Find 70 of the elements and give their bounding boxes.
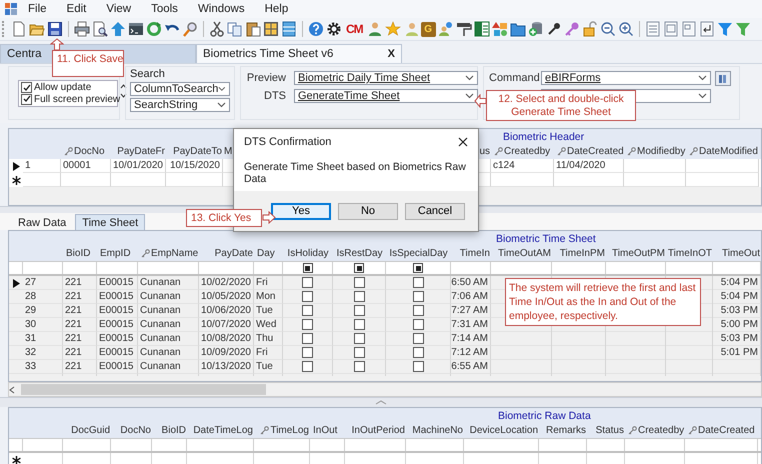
option-label: Allow update <box>34 82 92 94</box>
table-cell: 221 <box>63 290 97 304</box>
table-cell: 221 <box>63 318 97 332</box>
table-cell: Cunanan <box>138 290 199 304</box>
table-cell: 10/06/2020 <box>199 304 254 318</box>
table-cell: 5:04 PM <box>713 290 761 304</box>
grid-title: Biometric Raw Data <box>498 410 591 422</box>
table-cell: 28 <box>23 290 63 304</box>
table-cell: Cunanan <box>138 360 199 374</box>
table-cell: 10/09/2020 <box>199 346 254 360</box>
table-cell: E00015 <box>97 290 138 304</box>
table-cell: Mon <box>254 290 283 304</box>
table-cell: 29 <box>23 304 63 318</box>
table-cell: 7:06 AM <box>451 290 491 304</box>
table-cell: 221 <box>63 276 97 290</box>
grid-title: Biometric Header <box>503 131 584 143</box>
table-cell: 33 <box>23 360 63 374</box>
callout-tooltip: 13. Click Yes <box>186 209 262 227</box>
table-cell: 7:27 AM <box>451 304 491 318</box>
callout-tooltip: The system will retrieve the first and last Time In/Out as the In and Out of the employee, respectively. <box>505 278 701 326</box>
table-cell: Fri <box>254 276 283 290</box>
table-cell: 221 <box>63 346 97 360</box>
field-label: DTS <box>263 89 286 104</box>
option-label: Full screen preview <box>34 94 120 105</box>
table-cell: 32 <box>23 346 63 360</box>
table-cell: 221 <box>63 304 97 318</box>
table-cell: 10/13/2020 <box>199 360 254 374</box>
table-cell: 221 <box>63 360 97 374</box>
table-cell: E00015 <box>97 346 138 360</box>
table-cell: 6:50 AM <box>451 276 491 290</box>
table-cell: Wed <box>254 318 283 332</box>
table-cell: 5:01 PM <box>713 346 761 360</box>
table-cell: 31 <box>23 332 63 346</box>
table-cell: 5:03 PM <box>713 332 761 346</box>
table-cell: 10/08/2020 <box>199 332 254 346</box>
table-cell: 7:14 AM <box>451 332 491 346</box>
table-cell: Cunanan <box>138 276 199 290</box>
table-cell: E00015 <box>97 276 138 290</box>
table-cell: 6:55 AM <box>451 360 491 374</box>
table-cell: 10/02/2020 <box>199 276 254 290</box>
table-cell: 221 <box>63 332 97 346</box>
field-label: Preview <box>246 71 286 86</box>
table-cell: 5:00 PM <box>713 318 761 332</box>
table-cell: E00015 <box>97 332 138 346</box>
table-cell: 10/05/2020 <box>199 290 254 304</box>
dialog-message: Generate Time Sheet based on Biometrics Raw Data <box>244 161 467 185</box>
grid-title: Biometric Time Sheet <box>496 233 596 245</box>
table-cell: Cunanan <box>138 346 199 360</box>
table-cell: 10/07/2020 <box>199 318 254 332</box>
callout-tooltip: 11. Click Save <box>52 50 124 77</box>
table-cell: Tue <box>254 304 283 318</box>
table-cell: Fri <box>254 346 283 360</box>
table-cell: Cunanan <box>138 318 199 332</box>
group-label: Search <box>130 68 165 80</box>
table-cell: E00015 <box>97 318 138 332</box>
table-cell: E00015 <box>97 360 138 374</box>
table-cell: Cunanan <box>138 304 199 318</box>
table-cell: 7:12 AM <box>451 346 491 360</box>
callout-tooltip: 12. Select and double-click Generate Time Sheet <box>486 90 636 121</box>
table-cell: 27 <box>23 276 63 290</box>
field-label: Command <box>489 71 537 86</box>
table-cell: 5:03 PM <box>713 304 761 318</box>
table-cell: 5:04 PM <box>713 276 761 290</box>
table-cell: E00015 <box>97 304 138 318</box>
dialog-title: DTS Confirmation <box>244 136 332 148</box>
table-cell: Thu <box>254 332 283 346</box>
table-cell: 30 <box>23 318 63 332</box>
table-cell: 7:31 AM <box>451 318 491 332</box>
table-cell: Cunanan <box>138 332 199 346</box>
table-cell: Tue <box>254 360 283 374</box>
